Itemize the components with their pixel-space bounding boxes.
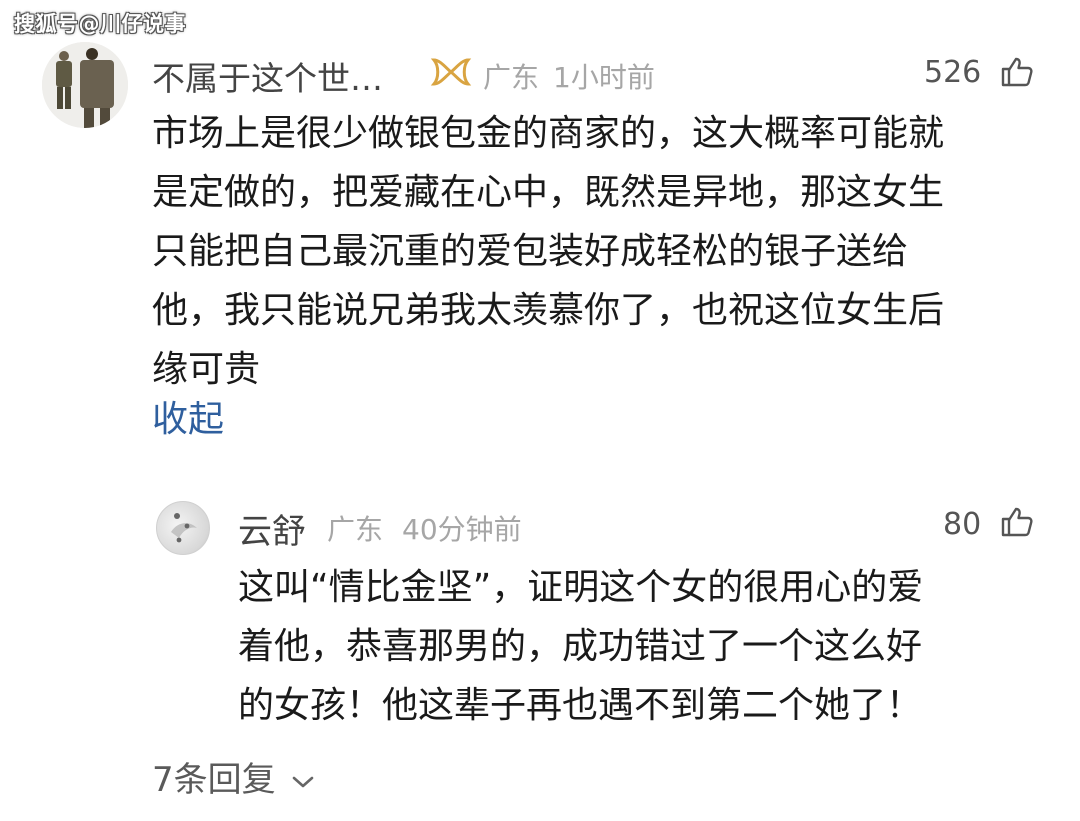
comment-line: 是定做的，把爱藏在心中，既然是异地，那这女生 [152, 172, 945, 213]
comment-line: 市场上是很少做银包金的商家的，这大概率可能就 [152, 113, 945, 154]
reply-avatar[interactable] [156, 501, 210, 555]
comment-author[interactable]: 不属于这个世… [152, 52, 383, 100]
comment-line: 他，我只能说兄弟我太羡慕你了，也祝这位女生后 [152, 290, 945, 331]
reply-author[interactable]: 云舒 [238, 504, 306, 553]
comment-location: 广东 [483, 61, 540, 94]
reply-like-count: 80 [943, 507, 982, 542]
reply-thumbs-up-icon[interactable] [1000, 506, 1034, 538]
reply-time: 40分钟前 [402, 513, 522, 546]
comment-body: 市场上是很少做银包金的商家的，这大概率可能就 是定做的，把爱藏在心中，既然是异地… [152, 104, 944, 399]
comment-line: 缘可贵 [152, 349, 261, 390]
thumbs-up-icon[interactable] [1000, 56, 1034, 88]
more-replies-link[interactable]: 7条回复 [152, 752, 316, 801]
reply-line: 这叫“情比金坚”，证明这个女的很用心的爱 [238, 567, 924, 608]
reply-line: 的女孩！他这辈子再也遇不到第二个她了！ [238, 685, 923, 726]
more-replies-label: 7条回复 [152, 760, 276, 800]
comment-time: 1小时前 [553, 61, 655, 94]
watermark: 搜狐号@川仔说事 [14, 12, 186, 36]
avatar-photo-icon [42, 42, 128, 128]
ink-seal-avatar-icon [171, 513, 197, 543]
comment-line: 只能把自己最沉重的爱包装好成轻松的银子送给 [152, 231, 909, 272]
reply-line: 着他，恭喜那男的，成功错过了一个这么好 [238, 626, 923, 667]
avatar[interactable] [42, 42, 128, 128]
chevron-down-icon [293, 776, 314, 787]
reply-body: 这叫“情比金坚”，证明这个女的很用心的爱 着他，恭喜那男的，成功错过了一个这么好… [238, 558, 923, 735]
comment-like-count: 526 [924, 55, 982, 90]
reply-location: 广东 [327, 513, 384, 546]
collapse-link[interactable]: 收起 [152, 390, 224, 442]
vip-ribbon-icon [430, 58, 472, 86]
